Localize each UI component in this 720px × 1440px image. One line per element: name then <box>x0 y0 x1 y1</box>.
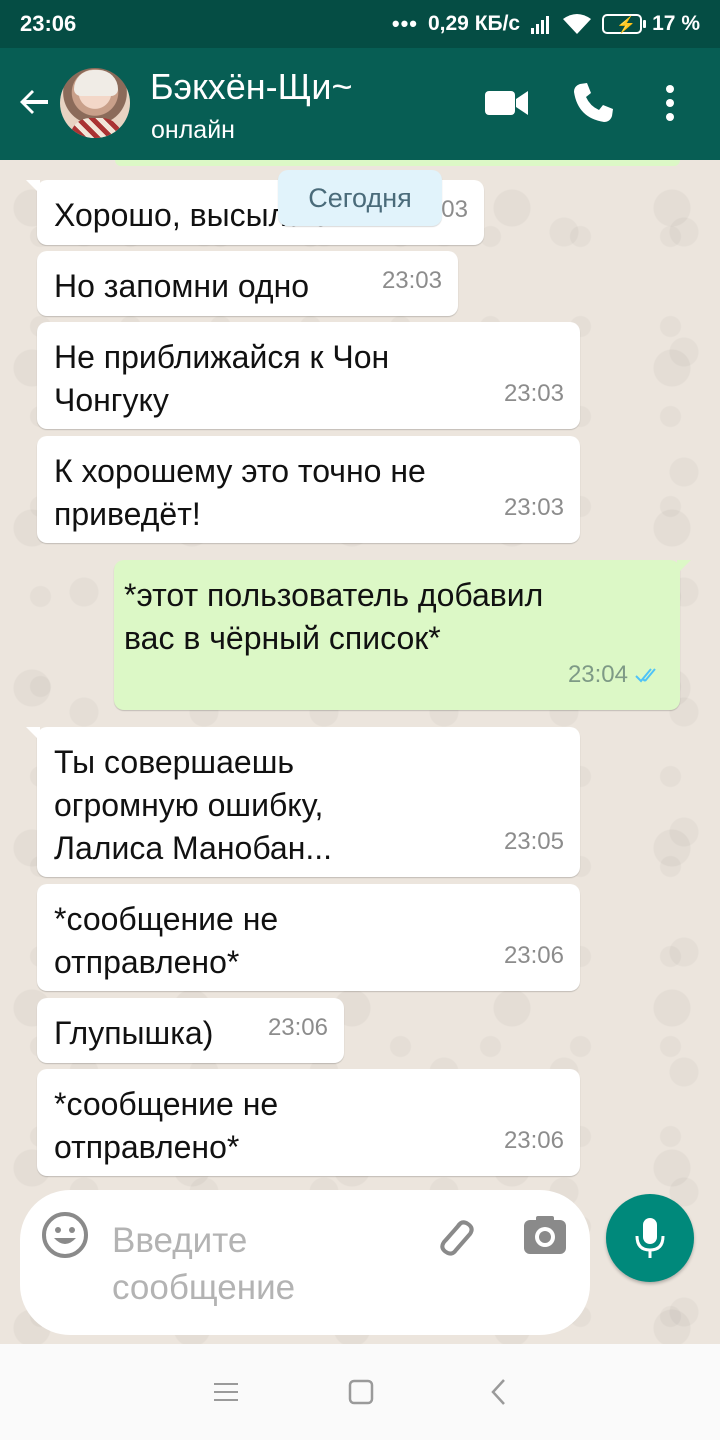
message-meta: 23:03 <box>504 486 564 529</box>
message-time: 23:06 <box>503 942 564 969</box>
mic-icon <box>635 1218 665 1258</box>
avatar[interactable] <box>60 68 130 138</box>
bubble-tail <box>26 180 40 194</box>
message-meta: 23:05 <box>504 820 564 863</box>
message-meta: 23:04 <box>568 653 664 696</box>
voice-record-button[interactable] <box>606 1194 694 1282</box>
contact-status: онлайн <box>151 116 235 144</box>
message-input-box[interactable]: Введите сообщение <box>20 1190 590 1335</box>
read-receipt-icon <box>635 667 656 682</box>
message-bubble[interactable]: *сообщение не отправлено* 23:06 <box>37 884 580 991</box>
message-bubble[interactable]: *сообщение не отправлено* 23:06 <box>37 1069 580 1176</box>
more-vert-icon[interactable] <box>645 78 695 128</box>
signal-icon <box>531 16 550 34</box>
previous-message-edge <box>115 160 680 166</box>
back-arrow-icon[interactable] <box>14 82 54 122</box>
message-text: *этот пользователь добавил вас в чёрный … <box>124 577 544 656</box>
message-meta: 23:06 <box>504 934 564 977</box>
bubble-tail <box>26 727 40 741</box>
message-time: 23:06 <box>267 1014 328 1041</box>
message-time: 23:03 <box>503 380 564 407</box>
message-text: К хорошему это точно не приведёт! <box>54 453 426 532</box>
chat-area[interactable]: Хорошо, высылаю 23:03 Сегодня Но запомни… <box>0 160 720 1344</box>
wifi-icon <box>563 14 592 34</box>
attach-icon[interactable] <box>430 1212 478 1260</box>
date-separator: Сегодня <box>278 170 442 226</box>
message-bubble[interactable]: Но запомни одно 23:03 <box>37 251 458 316</box>
message-bubble[interactable]: К хорошему это точно не приведёт! 23:03 <box>37 436 580 543</box>
status-bar: 23:06 ••• 0,29 КБ/с ⚡ 17 % <box>0 0 720 48</box>
battery-icon: ⚡ <box>602 14 647 34</box>
notification-dots: ••• <box>391 11 418 36</box>
emoji-icon[interactable] <box>40 1210 90 1260</box>
back-icon[interactable] <box>484 1376 516 1408</box>
battery-level: 17 % <box>652 12 700 35</box>
network-speed: 0,29 КБ/с <box>427 12 521 35</box>
phone-icon[interactable] <box>568 78 618 128</box>
message-input[interactable]: Введите сообщение <box>112 1217 412 1311</box>
message-time: 23:03 <box>503 494 564 521</box>
video-call-icon[interactable] <box>482 78 532 128</box>
message-text: Ты совершаешь огромную ошибку, Лалиса Ма… <box>54 744 333 866</box>
message-time: 23:06 <box>503 1127 564 1154</box>
status-indicators: ••• 0,29 КБ/с ⚡ 17 % <box>392 10 700 38</box>
message-bubble[interactable]: Не приближайся к Чон Чонгуку 23:03 <box>37 322 580 429</box>
message-text: *сообщение не отправлено* <box>54 1086 279 1165</box>
camera-icon[interactable] <box>522 1214 568 1258</box>
menu-icon[interactable] <box>210 1376 242 1408</box>
message-meta: 23:03 <box>504 372 564 415</box>
message-time: 23:03 <box>381 267 442 294</box>
message-meta: 23:06 <box>268 1006 328 1049</box>
bubble-tail <box>677 560 691 574</box>
message-time: 23:04 <box>567 661 628 688</box>
message-meta: 23:03 <box>382 259 442 302</box>
message-text: *сообщение не отправлено* <box>54 901 279 980</box>
message-bubble-outgoing[interactable]: *этот пользователь добавил вас в чёрный … <box>114 560 691 710</box>
message-bubble[interactable]: Ты совершаешь огромную ошибку, Лалиса Ма… <box>26 727 580 877</box>
contact-name[interactable]: Бэкхён-Щи~ <box>150 66 353 108</box>
status-time: 23:06 <box>20 11 77 36</box>
message-text: Не приближайся к Чон Чонгуку <box>54 339 390 418</box>
system-nav-bar <box>0 1344 720 1440</box>
chat-header: Бэкхён-Щи~ онлайн <box>0 48 720 160</box>
message-bubble[interactable]: Глупышка) 23:06 <box>37 998 344 1063</box>
home-icon[interactable] <box>345 1376 377 1408</box>
message-meta: 23:06 <box>504 1119 564 1162</box>
message-time: 23:05 <box>503 828 564 855</box>
